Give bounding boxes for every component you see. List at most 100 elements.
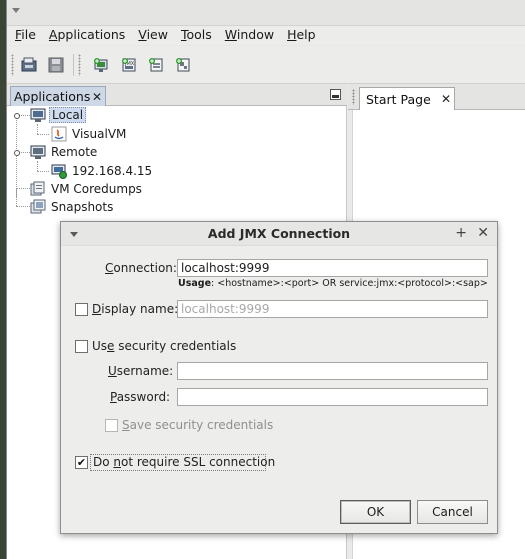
menu-window-mnemonic: W <box>224 27 237 42</box>
connection-label-rest: onnection: <box>113 261 177 275</box>
expand-knob <box>13 149 20 156</box>
window-titlebar[interactable] <box>7 0 525 26</box>
menu-help[interactable]: Help <box>282 26 321 45</box>
display-name-input[interactable]: localhost:9999 <box>177 300 488 318</box>
load-snapshot-icon <box>21 57 37 72</box>
add-jmx-connection-icon <box>94 58 108 72</box>
expand-remote-toggle[interactable] <box>12 148 21 157</box>
menu-window-rest: indow <box>236 27 275 42</box>
username-input[interactable] <box>177 362 488 380</box>
tree-connector <box>16 188 17 206</box>
add-thread-dump-icon <box>149 58 163 72</box>
tab-start-page[interactable]: Start Page ✕ <box>359 87 455 110</box>
main-toolbar: JMX <box>7 46 525 84</box>
close-icon[interactable]: ✕ <box>477 225 489 241</box>
use-security-label-pre: Us <box>92 339 108 353</box>
save-snapshot-button[interactable] <box>44 53 68 77</box>
use-security-checkbox[interactable] <box>75 340 88 353</box>
ok-button[interactable]: OK <box>340 500 411 524</box>
menu-window[interactable]: Window <box>220 26 279 45</box>
no-ssl-label-rest: ot require SSL connection <box>121 455 276 469</box>
password-label: Password: <box>110 390 170 404</box>
cancel-button[interactable]: Cancel <box>417 500 488 524</box>
menu-tools-rest: ools <box>186 27 212 42</box>
password-input[interactable] <box>177 388 488 406</box>
use-security-label-rest: security credentials <box>114 339 237 353</box>
tree-node-coredumps[interactable]: VM Coredumps <box>30 180 144 198</box>
usage-bold: Usage <box>178 278 212 289</box>
editor-grip[interactable] <box>352 89 355 105</box>
maximize-icon[interactable]: + <box>455 225 467 241</box>
add-application-icon <box>176 58 190 72</box>
window-menu-icon[interactable] <box>12 8 20 13</box>
minimize-panel-icon[interactable] <box>330 89 341 100</box>
tree-label-local: Local <box>49 107 87 123</box>
add-application-button[interactable] <box>171 53 195 77</box>
tab-applications-label: Applications <box>14 89 91 104</box>
applications-tab-strip: Applications ✕ <box>7 84 347 106</box>
toolbar-separator <box>73 54 74 76</box>
add-heap-dump-button[interactable]: JMX <box>117 53 141 77</box>
snapshots-icon <box>30 199 46 214</box>
display-name-checkbox[interactable] <box>75 303 88 316</box>
save-credentials-checkbox[interactable] <box>105 419 118 432</box>
tree-connector <box>37 134 49 135</box>
editor-tab-strip: Start Page ✕ <box>348 84 525 110</box>
tree-label-remote-host: 192.168.4.15 <box>72 164 153 178</box>
local-host-icon <box>30 108 46 122</box>
menu-view-mnemonic: V <box>138 27 147 42</box>
display-name-label-rest: isplay name: <box>101 302 179 316</box>
add-thread-dump-button[interactable] <box>144 53 168 77</box>
menu-tools[interactable]: Tools <box>176 26 217 45</box>
save-credentials-mnemonic: S <box>122 418 130 432</box>
java-app-icon <box>51 126 67 142</box>
no-ssl-checkbox[interactable]: ✔ <box>75 456 88 469</box>
tree-connector <box>37 124 38 134</box>
no-ssl-label: Do not require SSL connection <box>93 455 275 469</box>
close-icon[interactable]: ✕ <box>92 91 102 103</box>
tree-connector <box>37 161 38 171</box>
menu-view-rest: iew <box>146 27 168 42</box>
load-snapshot-button[interactable] <box>17 53 41 77</box>
tree-label-snapshots: Snapshots <box>51 200 114 214</box>
dialog-titlebar[interactable]: Add JMX Connection + ✕ <box>61 222 497 246</box>
close-icon[interactable]: ✕ <box>441 93 451 105</box>
menu-view[interactable]: View <box>133 26 173 45</box>
use-security-label: Use security credentials <box>92 339 236 353</box>
toolbar-grip[interactable] <box>11 54 14 76</box>
add-jmx-connection-button[interactable] <box>89 53 113 77</box>
coredump-icon <box>30 181 45 196</box>
expand-local-toggle[interactable] <box>12 111 21 120</box>
no-ssl-mnemonic: n <box>113 455 122 469</box>
tab-applications[interactable]: Applications ✕ <box>10 86 106 106</box>
tree-label-remote: Remote <box>51 145 98 159</box>
tree-connector <box>16 188 30 189</box>
username-label: Username: <box>108 364 173 378</box>
password-mnemonic: P <box>110 390 117 404</box>
connection-usage-hint: Usage: <hostname>:<port> OR service:jmx:… <box>178 278 490 292</box>
menu-file[interactable]: File <box>10 26 41 45</box>
remote-host-icon <box>30 145 46 159</box>
password-label-rest: assword: <box>116 390 171 404</box>
save-snapshot-icon <box>48 57 64 73</box>
add-jmx-connection-dialog: Add JMX Connection + ✕ Connection: local… <box>60 221 498 534</box>
tree-node-remote[interactable]: Remote <box>30 143 99 161</box>
menu-applications[interactable]: Applications <box>44 26 130 45</box>
menu-file-rest: ile <box>21 27 36 42</box>
tree-label-visualvm: VisualVM <box>72 127 127 141</box>
save-credentials-label-rest: ave security credentials <box>129 418 274 432</box>
menu-applications-rest: pplications <box>57 27 126 42</box>
tree-node-visualvm[interactable]: VisualVM <box>51 125 128 143</box>
tree-node-local[interactable]: Local <box>30 106 87 124</box>
display-name-label: Display name: <box>92 302 178 316</box>
tab-start-page-label: Start Page <box>366 91 431 107</box>
tree-node-remote-host[interactable]: 192.168.4.15 <box>51 162 154 180</box>
username-label-rest: sername: <box>116 364 174 378</box>
tree-node-snapshots[interactable]: Snapshots <box>30 198 115 216</box>
connection-input[interactable]: localhost:9999 <box>177 259 488 277</box>
username-mnemonic: U <box>108 364 117 378</box>
toolbar-grip-2[interactable] <box>78 54 81 76</box>
menu-bar: File Applications View Tools Window Help <box>7 26 525 45</box>
save-credentials-label: Save security credentials <box>122 418 273 432</box>
connection-label: Connection: <box>105 261 177 275</box>
